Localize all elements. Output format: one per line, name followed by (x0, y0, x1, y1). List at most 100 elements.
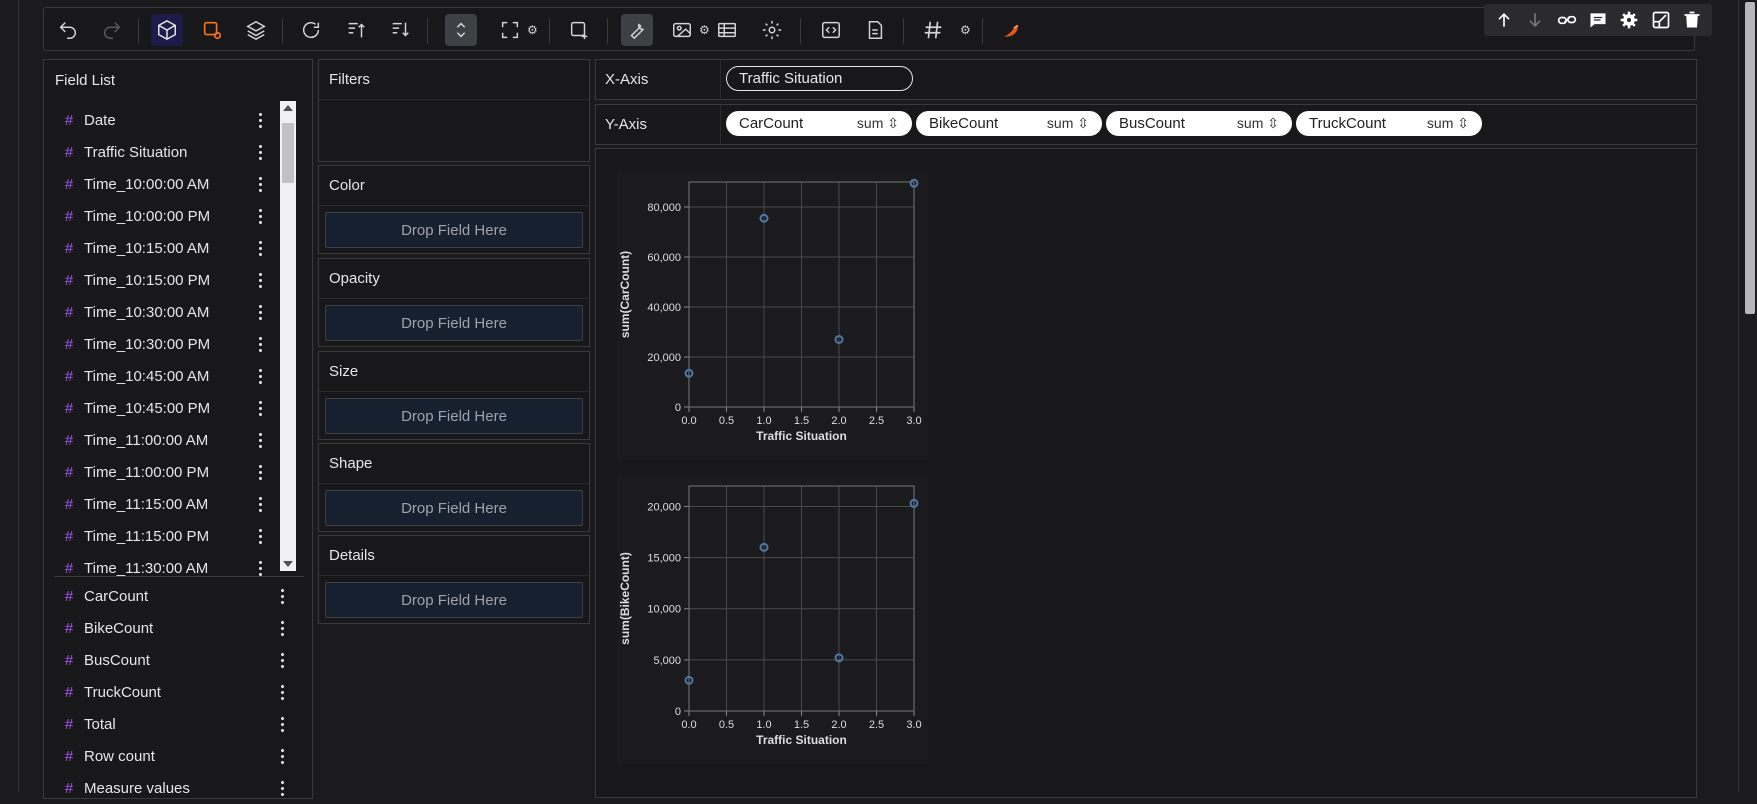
field-divider (54, 576, 304, 577)
y-field-pill-buscount[interactable]: BusCount sum ⇳ (1106, 111, 1292, 136)
y-field-name: BikeCount (929, 115, 999, 132)
details-drop-zone[interactable]: Drop Field Here (325, 582, 583, 618)
field-item[interactable]: # Time_11:00:00 AM (54, 424, 312, 456)
axis-mode-button[interactable] (445, 14, 477, 46)
field-item[interactable]: # Time_10:00:00 PM (54, 200, 312, 232)
scroll-down-icon[interactable] (283, 561, 293, 567)
field-item[interactable]: # Time_10:15:00 PM (54, 264, 312, 296)
more-options-icon[interactable] (275, 778, 289, 798)
y-field-pill-truckcount[interactable]: TruckCount sum ⇳ (1296, 111, 1482, 136)
settings-button[interactable] (756, 14, 788, 46)
field-item[interactable]: # Time_10:30:00 AM (54, 296, 312, 328)
x-axis-field-pill[interactable]: Traffic Situation (726, 66, 913, 91)
page-scrollbar-thumb[interactable] (1745, 2, 1755, 314)
y-field-pill-carcount[interactable]: CarCount sum ⇳ (726, 111, 912, 136)
scroll-up-icon[interactable] (283, 105, 293, 111)
field-item[interactable]: # Time_10:45:00 PM (54, 392, 312, 424)
field-item[interactable]: # BusCount (54, 644, 312, 676)
mark-type-button[interactable] (151, 14, 183, 46)
move-down-button[interactable] (1523, 8, 1547, 32)
field-item[interactable]: # Time_11:15:00 PM (54, 520, 312, 552)
split-button[interactable] (1649, 8, 1673, 32)
undo-button[interactable] (52, 14, 84, 46)
image-settings-icon[interactable]: ⚙ (699, 24, 711, 36)
field-item[interactable]: # Traffic Situation (54, 136, 312, 168)
page-scrollbar[interactable] (1743, 0, 1757, 792)
tools-button[interactable] (621, 14, 653, 46)
table-view-button[interactable] (711, 14, 743, 46)
more-options-icon[interactable] (253, 302, 267, 322)
field-item[interactable]: # Time_10:30:00 PM (54, 328, 312, 360)
more-options-icon[interactable] (253, 558, 267, 578)
more-options-icon[interactable] (253, 270, 267, 290)
field-item[interactable]: # CarCount (54, 580, 312, 612)
more-options-icon[interactable] (253, 494, 267, 514)
kanaries-logo-button[interactable] (996, 14, 1028, 46)
redo-button[interactable] (96, 14, 128, 46)
aggregation-select[interactable]: sum ⇳ (1047, 115, 1089, 132)
color-drop-zone[interactable]: Drop Field Here (325, 212, 583, 248)
shape-drop-zone[interactable]: Drop Field Here (325, 490, 583, 526)
more-options-icon[interactable] (253, 462, 267, 482)
more-options-icon[interactable] (253, 366, 267, 386)
field-item[interactable]: # Time_10:00:00 AM (54, 168, 312, 200)
more-options-icon[interactable] (275, 746, 289, 766)
code-export-button[interactable] (815, 14, 847, 46)
field-item[interactable]: # Total (54, 708, 312, 740)
more-options-icon[interactable] (253, 206, 267, 226)
field-item[interactable]: # TruckCount (54, 676, 312, 708)
field-item[interactable]: # BikeCount (54, 612, 312, 644)
y-field-pill-bikecount[interactable]: BikeCount sum ⇳ (916, 111, 1102, 136)
cell-settings-button[interactable] (1617, 8, 1641, 32)
field-item[interactable]: # Row count (54, 740, 312, 772)
more-options-icon[interactable] (253, 174, 267, 194)
hash-icon: # (64, 559, 74, 577)
more-options-icon[interactable] (253, 142, 267, 162)
toolbar: ⚙ ⚙ ⚙ (43, 7, 1695, 51)
size-drop-zone[interactable]: Drop Field Here (325, 398, 583, 434)
dimension-scrollbar[interactable] (280, 101, 296, 571)
more-options-icon[interactable] (275, 586, 289, 606)
dimension-scrollbar-thumb[interactable] (282, 123, 294, 183)
field-item[interactable]: # Time_11:15:00 AM (54, 488, 312, 520)
more-options-icon[interactable] (253, 110, 267, 130)
size-settings-icon[interactable]: ⚙ (527, 24, 539, 36)
field-item[interactable]: # Date (54, 104, 312, 136)
hash-icon: # (64, 527, 74, 545)
field-item[interactable]: # Time_10:45:00 AM (54, 360, 312, 392)
aggregation-select[interactable]: sum ⇳ (1427, 115, 1469, 132)
transpose-button[interactable] (295, 14, 327, 46)
layers-button[interactable] (240, 14, 272, 46)
export-image-button[interactable] (666, 14, 698, 46)
x-tick-label: 3.0 (906, 415, 921, 427)
move-up-button[interactable] (1492, 8, 1516, 32)
more-options-icon[interactable] (275, 618, 289, 638)
field-item[interactable]: # Time_10:15:00 AM (54, 232, 312, 264)
more-options-icon[interactable] (275, 714, 289, 734)
field-item[interactable]: # Measure values (54, 772, 312, 804)
filters-box: Filters (318, 59, 590, 162)
more-options-icon[interactable] (253, 430, 267, 450)
more-options-icon[interactable] (253, 526, 267, 546)
aggregation-select[interactable]: sum ⇳ (857, 115, 899, 132)
sort-ascending-button[interactable] (340, 14, 372, 46)
brush-button[interactable] (563, 14, 595, 46)
more-options-icon[interactable] (275, 682, 289, 702)
delete-button[interactable] (1680, 8, 1704, 32)
stack-shape-button[interactable] (196, 14, 228, 46)
document-button[interactable] (859, 14, 891, 46)
opacity-drop-zone[interactable]: Drop Field Here (325, 305, 583, 341)
more-options-icon[interactable] (253, 334, 267, 354)
more-options-icon[interactable] (253, 398, 267, 418)
number-format-button[interactable] (917, 14, 949, 46)
link-button[interactable] (1555, 8, 1579, 32)
field-item[interactable]: # Time_11:00:00 PM (54, 456, 312, 488)
filters-label: Filters (319, 60, 589, 100)
sort-descending-button[interactable] (384, 14, 416, 46)
comment-button[interactable] (1586, 8, 1610, 32)
more-options-icon[interactable] (253, 238, 267, 258)
more-options-icon[interactable] (275, 650, 289, 670)
size-mode-button[interactable] (494, 14, 526, 46)
number-settings-icon[interactable]: ⚙ (960, 24, 972, 36)
aggregation-select[interactable]: sum ⇳ (1237, 115, 1279, 132)
